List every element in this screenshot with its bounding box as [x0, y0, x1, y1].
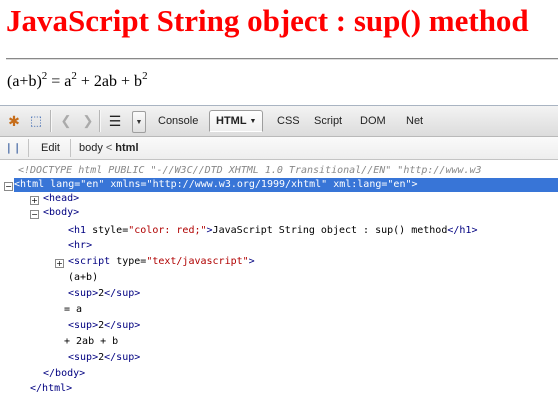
tree-node-hr[interactable]: <hr>: [68, 239, 558, 253]
toolbar-separator: [99, 110, 101, 132]
tree-node-body[interactable]: <body>: [43, 206, 558, 220]
tag-bracket: >: [411, 179, 418, 190]
doctype-line: <!DOCTYPE html PUBLIC "-//W3C//DTD XHTML…: [18, 165, 482, 176]
eq-part2: = a: [47, 73, 72, 90]
toolbar-separator: [28, 139, 29, 157]
edit-button[interactable]: Edit: [36, 140, 65, 156]
expand-toggle-icon[interactable]: +: [30, 196, 39, 205]
h1-text: JavaScript String object : sup() method: [212, 225, 448, 236]
tree-node-head[interactable]: <head>: [43, 192, 558, 206]
breadcrumb-item-html[interactable]: html: [115, 142, 138, 154]
tree-node-body-close[interactable]: </body>: [43, 367, 558, 381]
attr-value: "en": [387, 179, 412, 190]
tree-text-node[interactable]: + 2ab + b: [64, 335, 558, 349]
page-content: JavaScript String object : sup() method …: [0, 0, 558, 103]
tab-console[interactable]: Console: [152, 112, 204, 130]
firebug-panel: ✱ ⬚ ❮ ❯ ☰ ▼ Console HTML ▼ CSS Script DOM…: [0, 105, 558, 410]
inspect-icon[interactable]: ✱: [5, 112, 23, 130]
tree-node-sup[interactable]: <sup>2</sup>: [68, 319, 558, 333]
back-icon[interactable]: ❮: [57, 112, 75, 130]
cursor-icon[interactable]: ⬚: [27, 112, 45, 130]
attr-value: "text/javascript": [146, 256, 249, 267]
tag-name: body: [55, 368, 80, 379]
chevron-down-icon: ▼: [249, 118, 257, 125]
tab-html[interactable]: HTML ▼: [209, 110, 264, 132]
expand-toggle-icon[interactable]: +: [55, 259, 64, 268]
tab-css[interactable]: CSS: [271, 112, 306, 130]
break-on-mutate-icon[interactable]: ❘❘: [5, 140, 22, 156]
attr-value: "http://www.w3.org/1999/xhtml": [146, 179, 328, 190]
horizontal-rule: [6, 58, 558, 60]
attr-value: "color: red;": [128, 225, 207, 236]
attr-name: type: [116, 256, 141, 267]
firebug-toolbar: ✱ ⬚ ❮ ❯ ☰ ▼ Console HTML ▼ CSS Script DOM…: [0, 106, 558, 137]
tab-script[interactable]: Script: [308, 112, 348, 130]
tree-node-script[interactable]: <script type="text/javascript">: [68, 255, 558, 269]
tree-text-node[interactable]: = a: [64, 303, 558, 317]
tag-name: hr: [74, 240, 87, 251]
tag-name: body: [49, 207, 74, 218]
tag-name: html: [42, 383, 67, 394]
page-heading: JavaScript String object : sup() method: [6, 3, 529, 38]
breadcrumb-item-body[interactable]: body: [79, 142, 103, 154]
toolbar-separator: [50, 110, 52, 132]
forward-icon[interactable]: ❯: [79, 112, 97, 130]
breadcrumb-arrow: <: [105, 142, 113, 154]
html-tree: <!DOCTYPE html PUBLIC "-//W3C//DTD XHTML…: [0, 160, 558, 410]
attr-value: "en": [80, 179, 105, 190]
tree-node-h1[interactable]: <h1 style="color: red;">JavaScript Strin…: [68, 224, 558, 238]
tab-html-label: HTML: [216, 115, 247, 127]
tag-name: head: [49, 193, 74, 204]
tree-node-html[interactable]: <html lang="en" xmlns="http://www.w3.org…: [14, 178, 558, 192]
eq-sup3: 2: [142, 70, 148, 82]
tab-dom[interactable]: DOM: [354, 112, 392, 130]
tree-text-node[interactable]: (a+b): [68, 271, 558, 285]
dropdown-arrow-icon[interactable]: ▼: [132, 111, 146, 133]
equation-text: (a+b)2 = a2 + 2ab + b2: [7, 70, 148, 91]
tag-name: html: [20, 179, 45, 190]
tree-node-sup[interactable]: <sup>2</sup>: [68, 351, 558, 365]
breadcrumb-bar: ❘❘ Edit body < html: [0, 137, 558, 160]
eq-part3: + 2ab + b: [76, 73, 143, 90]
eq-part1: (a+b): [7, 73, 42, 90]
toolbar-separator: [70, 139, 71, 157]
collapse-toggle-icon[interactable]: −: [30, 210, 39, 219]
attr-name: lang: [50, 179, 75, 190]
attr-name: xmlns: [110, 179, 141, 190]
attr-name: xml:lang: [333, 179, 382, 190]
menu-icon[interactable]: ☰: [106, 112, 124, 130]
attr-name: style: [92, 225, 123, 236]
tree-node-sup[interactable]: <sup>2</sup>: [68, 287, 558, 301]
tab-net[interactable]: Net: [400, 112, 429, 130]
breadcrumb: body < html: [79, 140, 139, 156]
collapse-toggle-icon[interactable]: −: [4, 182, 13, 191]
tree-node-html-close[interactable]: </html>: [30, 382, 558, 396]
